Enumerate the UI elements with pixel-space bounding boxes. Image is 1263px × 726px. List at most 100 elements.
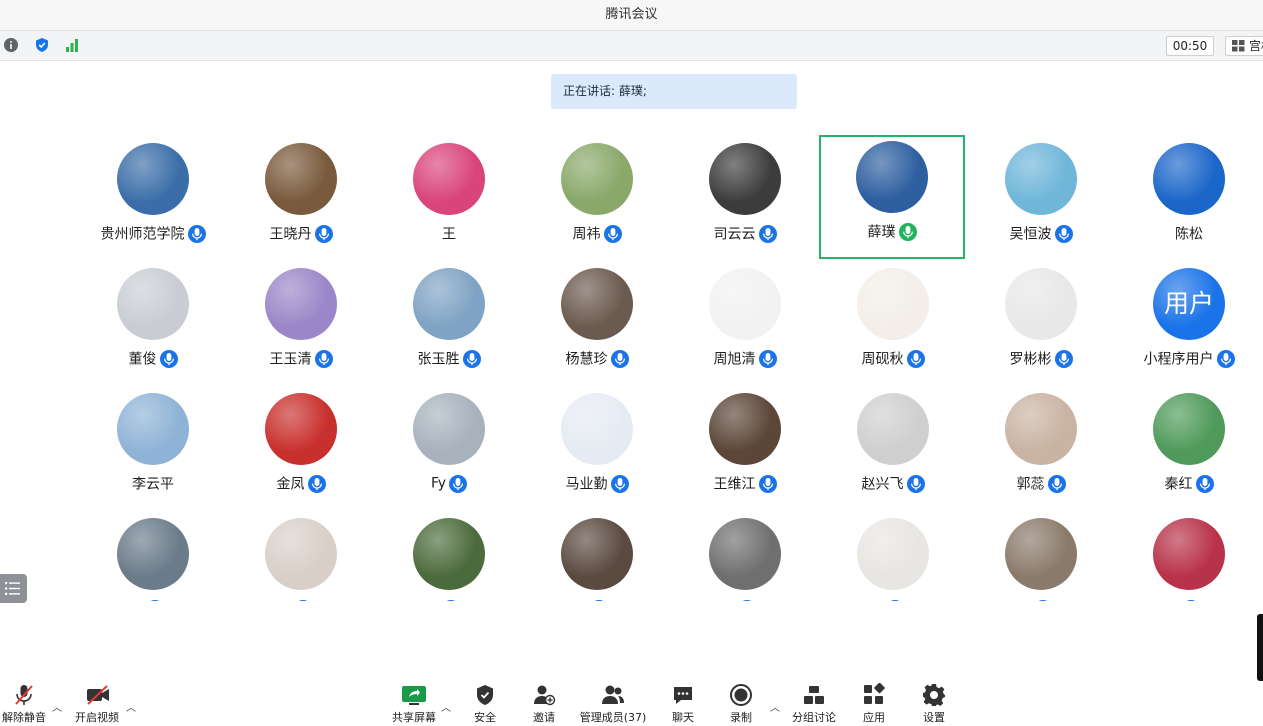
participant-tile[interactable]: 赵兴飞 — [820, 387, 966, 511]
participant-tile[interactable]: 郭蕊 — [968, 387, 1114, 511]
participant-name: 罗彬彬 — [1009, 351, 1052, 368]
participant-name: 马业勤 — [565, 476, 608, 493]
record-button[interactable]: 录制 — [721, 681, 761, 726]
participant-tile[interactable]: 秦红 — [1116, 387, 1262, 511]
participant-avatar — [413, 518, 485, 590]
participant-tile[interactable]: 吴恒波 — [968, 137, 1114, 261]
share-screen-label: 共享屏幕 — [392, 711, 436, 724]
mic-icon — [1182, 599, 1200, 601]
participant-tile[interactable]: 董俊 — [80, 262, 226, 386]
video-off-icon — [87, 685, 109, 705]
manage-members-button[interactable]: 管理成员(37) — [578, 681, 648, 726]
mic-icon — [159, 349, 178, 368]
participant-tile[interactable]: 周砚秋 — [820, 262, 966, 386]
mic-icon — [294, 599, 312, 601]
share-options-chevron-icon[interactable]: ︿ — [441, 699, 451, 714]
participant-name: 王玉清 — [269, 351, 312, 368]
participant-tile[interactable]: 杨慧珍 — [524, 262, 670, 386]
chat-button[interactable]: 聊天 — [663, 681, 703, 726]
audio-options-chevron-icon[interactable]: ︿ — [52, 699, 62, 714]
mic-icon — [1047, 474, 1066, 493]
mic-icon — [886, 599, 904, 601]
participant-name: 周旭清 — [713, 351, 756, 368]
mic-icon — [146, 599, 164, 601]
participant-tile[interactable] — [524, 512, 670, 601]
participant-name-row: 金凤 — [228, 473, 374, 493]
mic-icon — [603, 224, 622, 243]
participant-tile[interactable] — [80, 512, 226, 601]
participant-avatar — [1153, 143, 1225, 215]
participant-tile[interactable] — [672, 512, 818, 601]
mic-icon — [187, 224, 206, 243]
participant-avatar — [561, 268, 633, 340]
participant-name: 司云云 — [713, 226, 756, 243]
participant-name-row: 马业勤 — [524, 473, 670, 493]
participant-name: 金凤 — [276, 476, 305, 493]
participant-tile[interactable]: 马业勤 — [524, 387, 670, 511]
participant-tile[interactable] — [376, 512, 522, 601]
participant-tile[interactable] — [820, 512, 966, 601]
member-list-toggle-button[interactable] — [0, 574, 27, 603]
participant-tile[interactable]: Fy — [376, 387, 522, 511]
participant-name-row: 司云云 — [672, 223, 818, 243]
participant-tile[interactable]: 金凤 — [228, 387, 374, 511]
participant-tile[interactable]: 周祎 — [524, 137, 670, 261]
participant-name-row — [968, 598, 1114, 601]
participant-name: 杨慧珍 — [565, 351, 608, 368]
participant-tile[interactable]: 王晓丹 — [228, 137, 374, 261]
settings-button[interactable]: 设置 — [914, 681, 954, 726]
participant-name: 王 — [442, 226, 456, 243]
participant-name: 薛璞 — [867, 224, 896, 241]
start-video-button[interactable]: 开启视频 — [72, 681, 122, 726]
start-video-label: 开启视频 — [75, 711, 119, 724]
participant-avatar — [1153, 518, 1225, 590]
mic-icon — [590, 599, 608, 601]
invite-button[interactable]: 邀请 — [524, 681, 564, 726]
participant-tile[interactable] — [228, 512, 374, 601]
participant-avatar — [1005, 268, 1077, 340]
mic-icon — [610, 474, 629, 493]
speaking-indicator: 正在讲话: 薛璞; — [551, 74, 797, 109]
participant-avatar — [1153, 393, 1225, 465]
unmute-button[interactable]: 解除静音 — [0, 681, 48, 726]
mic-icon — [462, 349, 481, 368]
side-panel-handle[interactable] — [1257, 614, 1263, 681]
manage-members-label: 管理成员(37) — [579, 711, 647, 724]
participant-name-row: 罗彬彬 — [968, 348, 1114, 368]
participant-tile[interactable]: 张玉胜 — [376, 262, 522, 386]
participant-avatar — [265, 143, 337, 215]
participant-tile[interactable]: 罗彬彬 — [968, 262, 1114, 386]
participant-tile[interactable]: 陈松 — [1116, 137, 1262, 261]
participant-avatar — [1005, 393, 1077, 465]
participant-avatar — [117, 518, 189, 590]
participant-name: 吴恒波 — [1009, 226, 1052, 243]
participant-tile[interactable]: 王玉清 — [228, 262, 374, 386]
video-options-chevron-icon[interactable]: ︿ — [126, 699, 136, 714]
participant-tile[interactable]: 王维江 — [672, 387, 818, 511]
security-button[interactable]: 安全 — [465, 681, 505, 726]
mic-icon — [738, 599, 756, 601]
participant-avatar — [117, 143, 189, 215]
apps-button[interactable]: 应用 — [854, 681, 894, 726]
mic-icon — [1216, 349, 1235, 368]
record-options-chevron-icon[interactable]: ︿ — [770, 699, 780, 714]
avatar-initials: 用户 — [1163, 289, 1214, 318]
share-screen-button[interactable]: 共享屏幕 — [388, 681, 440, 726]
participant-name-row: 王 — [376, 223, 522, 243]
participant-name-row: 周旭清 — [672, 348, 818, 368]
participant-tile[interactable]: 薛璞 — [819, 135, 965, 259]
participant-tile[interactable] — [1116, 512, 1262, 601]
participant-tile[interactable]: 贵州师范学院 — [80, 137, 226, 261]
participant-tile[interactable]: 王 — [376, 137, 522, 261]
participant-avatar — [413, 393, 485, 465]
participant-avatar — [117, 393, 189, 465]
participant-avatar — [709, 268, 781, 340]
participant-tile[interactable]: 李云平 — [80, 387, 226, 511]
participant-name-row: 杨慧珍 — [524, 348, 670, 368]
participant-tile[interactable]: 用户 小程序用户 — [1116, 262, 1262, 386]
participant-tile[interactable]: 周旭清 — [672, 262, 818, 386]
participant-tile[interactable]: 司云云 — [672, 137, 818, 261]
record-label: 录制 — [730, 711, 752, 724]
participant-tile[interactable] — [968, 512, 1114, 601]
breakout-rooms-button[interactable]: 分组讨论 — [790, 681, 838, 726]
